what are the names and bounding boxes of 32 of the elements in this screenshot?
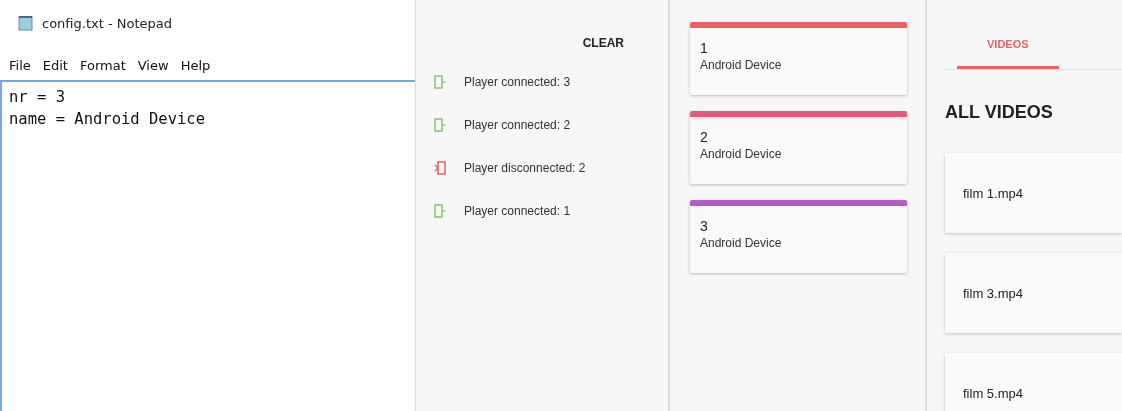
editor-line: name = Android Device [9, 109, 205, 130]
section-heading: ALL VIDEOS [945, 102, 1054, 123]
player-number: 2 [700, 129, 709, 145]
event-text: Player connected: 2 [464, 117, 571, 132]
player-number: 3 [700, 218, 709, 234]
player-card[interactable]: 2 Android Device [690, 111, 907, 184]
menu-item[interactable]: Format [79, 58, 126, 73]
event-text: Player connected: 3 [464, 74, 571, 89]
menu-item[interactable]: File [9, 58, 31, 73]
window-title: config.txt - Notepad [42, 15, 172, 31]
event-text: Player connected: 1 [464, 203, 571, 218]
event-text: Player disconnected: 2 [464, 160, 586, 175]
enter-icon [434, 203, 446, 218]
player-card[interactable]: 3 Android Device [690, 200, 907, 273]
exit-icon [434, 160, 446, 175]
video-item[interactable]: film 1.mp4 [945, 153, 1122, 233]
video-item[interactable]: film 3.mp4 [945, 253, 1122, 333]
player-name: Android Device [700, 236, 783, 250]
notepad-icon [18, 15, 34, 31]
editor-line: nr = 3 [9, 87, 65, 108]
player-number: 1 [700, 40, 709, 56]
clear-button[interactable]: CLEAR [578, 34, 628, 52]
enter-icon [434, 117, 446, 132]
text-editor[interactable]: nr = 3 name = Android Device [0, 82, 415, 411]
enter-icon [434, 74, 446, 89]
player-name: Android Device [700, 147, 783, 161]
player-card[interactable]: 1 Android Device [690, 22, 907, 95]
menu-item[interactable]: Edit [42, 58, 68, 73]
menu-item[interactable]: View [137, 58, 169, 73]
menu-item[interactable]: Help [180, 58, 211, 73]
player-name: Android Device [700, 58, 783, 72]
video-item[interactable]: film 5.mp4 [945, 353, 1122, 411]
